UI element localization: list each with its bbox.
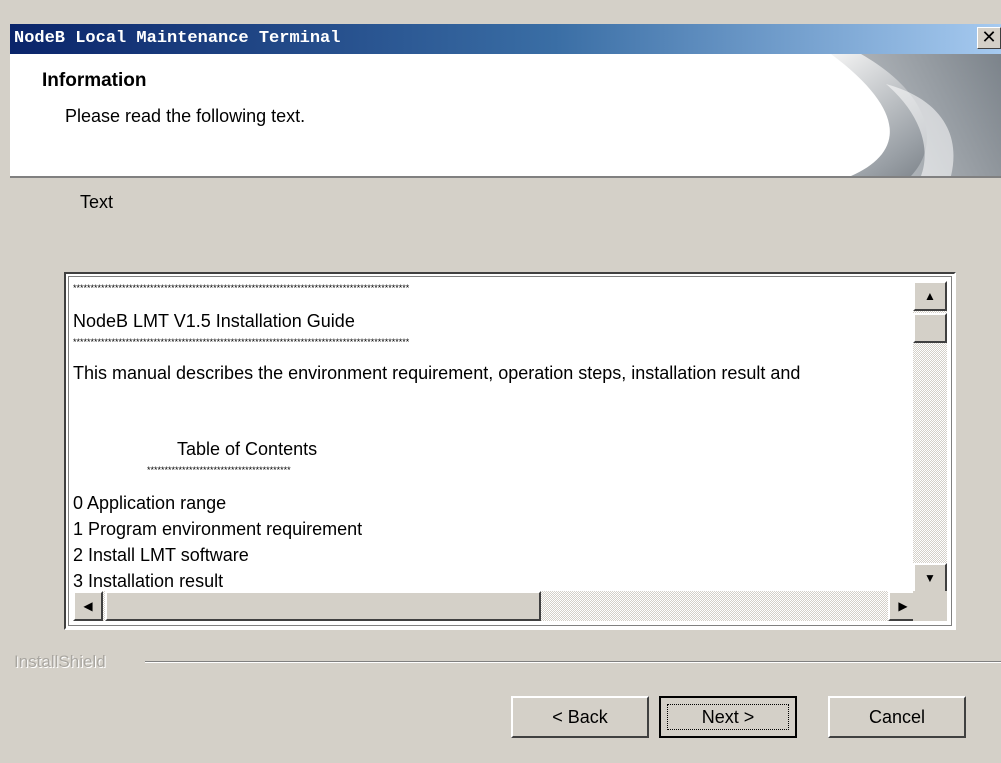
toc-item: 2 Install LMT software [73, 545, 249, 565]
window-title: NodeB Local Maintenance Terminal [14, 29, 341, 48]
arrow-left-icon: ◀ [83, 599, 93, 613]
stars-line: ****************************************… [73, 337, 410, 347]
arrow-up-icon: ▲ [924, 289, 936, 303]
arrow-right-icon: ▶ [898, 599, 908, 613]
page-title: Information [42, 70, 147, 91]
cancel-button-label: Cancel [868, 707, 926, 727]
footer-divider [145, 661, 1001, 663]
toc-item: 0 Application range [73, 493, 227, 513]
arrow-down-icon: ▼ [924, 571, 936, 585]
back-button-label: < Back [552, 707, 608, 727]
close-button[interactable]: ✕ [977, 27, 1001, 49]
document-content[interactable]: ****************************************… [73, 281, 918, 593]
header-panel: Information Please read the following te… [10, 54, 1001, 178]
scrollbar-corner [913, 591, 947, 621]
next-button-label: Next > [701, 707, 755, 727]
scroll-down-button[interactable]: ▼ [913, 563, 947, 593]
text-label: Text [80, 192, 114, 212]
page-subtitle: Please read the following text. [65, 106, 306, 126]
toc-item: 3 Installation result [73, 571, 224, 591]
vertical-scroll-thumb[interactable] [913, 313, 947, 343]
document-title: NodeB LMT V1.5 Installation Guide [73, 311, 355, 331]
close-icon: ✕ [981, 27, 997, 48]
license-text-box[interactable]: ****************************************… [64, 272, 956, 630]
horizontal-scrollbar[interactable]: ◀ ▶ [73, 591, 918, 621]
horizontal-scroll-thumb[interactable] [105, 591, 541, 621]
installer-dialog: NodeB Local Maintenance Terminal ✕ Infor… [0, 0, 1001, 763]
document-description: This manual describes the environment re… [73, 363, 801, 383]
toc-item: 1 Program environment requirement [73, 519, 363, 539]
back-button[interactable]: < Back [511, 696, 649, 738]
wizard-banner-graphic [831, 54, 1001, 176]
text-viewport: ****************************************… [68, 276, 952, 626]
title-bar[interactable]: NodeB Local Maintenance Terminal ✕ [10, 24, 1001, 54]
scroll-left-button[interactable]: ◀ [73, 591, 103, 621]
installshield-brand: InstallShield [14, 652, 106, 671]
vertical-scrollbar[interactable]: ▲ ▼ [913, 281, 947, 593]
toc-heading: Table of Contents [177, 439, 318, 459]
stars-line: ****************************************… [147, 465, 291, 475]
stars-line: ****************************************… [73, 283, 410, 293]
scroll-up-button[interactable]: ▲ [913, 281, 947, 311]
next-button[interactable]: Next > [659, 696, 797, 738]
cancel-button[interactable]: Cancel [828, 696, 966, 738]
